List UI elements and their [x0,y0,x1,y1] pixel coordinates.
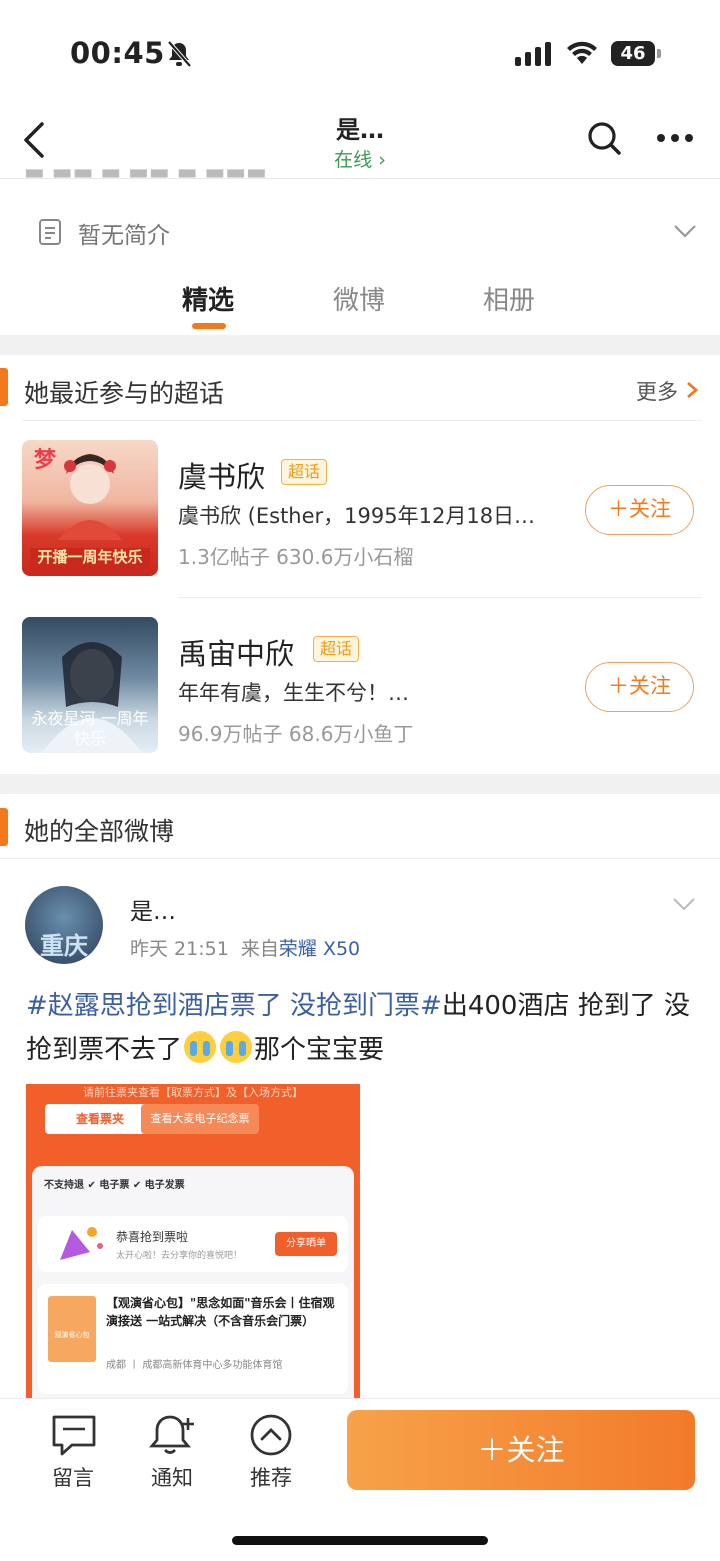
topic-description: 虞书欣 (Esther，1995年12月18日… [178,504,536,528]
status-time: 00:45 [70,36,165,70]
header-divider [0,178,720,179]
wifi-icon [567,41,597,64]
post-source[interactable]: 荣耀 X50 [279,938,360,960]
post-author[interactable]: 是… [130,892,176,926]
image-souvenir-button: 查看大麦电子纪念票 [141,1104,259,1134]
divider [22,420,702,421]
topic-thumbnail-text: 梦 [34,448,57,473]
post-hashtag[interactable]: #赵露思抢到酒店票了 没抢到门票# [26,991,442,1021]
document-icon [39,219,61,245]
image-product-thumb-text: 观演省心包 [54,1331,90,1339]
post-time: 昨天 21:51 [130,938,229,960]
post-image[interactable]: 请前往票夹查看【取票方式】及【入场方式】 查看票夹 查看大麦电子纪念票 不支持退… [26,1084,360,1414]
topics-section-title: 她最近参与的超话 [24,379,225,408]
topic-name[interactable]: 虞书欣 [178,454,265,496]
chevron-down-icon[interactable] [672,896,696,912]
section-accent-bar [0,808,8,846]
search-icon[interactable] [585,119,623,157]
tab-featured[interactable]: 精选 [182,280,234,317]
post-meta: 昨天 21:51 来自荣耀 X50 [130,934,360,961]
bell-off-icon [167,40,192,68]
battery-tip [657,49,661,58]
chevron-down-icon[interactable] [672,222,698,240]
topic-thumbnail[interactable]: 永夜星河 一周年快乐 [22,617,158,753]
tab-album[interactable]: 相册 [483,280,535,317]
posts-section-title: 她的全部微博 [24,817,175,846]
comment-icon[interactable] [50,1413,98,1457]
topic-thumbnail-caption: 开播一周年快乐 [37,548,143,566]
divider [0,858,720,859]
super-topic-badge: 超话 [313,636,360,662]
more-link[interactable]: 更多 [636,376,678,406]
recommend-label[interactable]: 推荐 [231,1462,311,1492]
tab-weibo[interactable]: 微博 [333,280,385,317]
follow-topic-button[interactable]: ＋关注 [585,662,694,712]
notify-label[interactable]: 通知 [132,1462,212,1492]
image-product-title: 【观演省心包】"思念如面"音乐会丨住宿观演接送 一站式解决（不含音乐会门票） [106,1296,335,1328]
topic-thumbnail-caption: 永夜星河 一周年快乐 [31,709,149,748]
topic-stats: 1.3亿帖子 630.6万小石榴 [178,545,414,569]
image-product-location: 成都 丨 成都高新体育中心多功能体育馆 [106,1360,283,1371]
chevron-right-icon[interactable] [686,381,698,399]
tab-underline [192,323,226,329]
message-label[interactable]: 留言 [33,1462,113,1492]
image-top-note: 请前往票夹查看【取票方式】及【入场方式】 [83,1086,303,1099]
section-accent-bar [0,368,8,406]
image-win-title: 恭喜抢到票啦 [116,1230,189,1244]
avatar-text: 重庆 [40,932,88,960]
bell-add-icon[interactable] [148,1412,196,1456]
more-icon[interactable] [656,132,694,144]
image-product-thumb: 观演省心包 [48,1296,96,1362]
avatar[interactable]: 重庆 [25,886,103,964]
divider [178,597,702,598]
crying-emoji-icon [220,1031,253,1063]
section-separator [0,335,720,355]
crying-emoji-icon [184,1031,217,1063]
follow-topic-button[interactable]: ＋关注 [585,485,694,535]
intro-text: 暂无简介 [78,223,170,249]
home-indicator [232,1536,488,1545]
post-body-end: 那个宝宝要 [254,1035,385,1065]
image-share-button: 分享晒单 [275,1232,337,1256]
image-ticket-row: 不支持退 ✔ 电子票 ✔ 电子发票 [44,1180,185,1191]
post-text: #赵露思抢到酒店票了 没抢到门票#出400酒店 抢到了 没抢到票不去了 那个宝宝要 [26,984,706,1072]
image-ticket-button: 查看票夹 [45,1104,155,1134]
profile-page: 00:45 46 ▬ ▬▬ ▬ ▬▬ ▬ ▬▬▬ 是… 在线 › 暂无简介 精选… [0,0,720,1561]
post-source-prefix: 来自 [240,938,279,960]
section-separator [0,774,720,794]
battery-level: 46 [611,41,655,66]
super-topic-badge: 超话 [281,459,328,485]
recommend-icon[interactable] [247,1413,295,1457]
signal-icon [515,42,551,66]
celebration-icon [60,1227,103,1260]
topic-stats: 96.9万帖子 68.6万小鱼丁 [178,722,414,746]
image-win-subtitle: 太开心啦！去分享你的喜悦吧！ [116,1251,243,1261]
follow-user-button[interactable]: ＋关注 [347,1410,695,1490]
topic-thumbnail[interactable]: 梦 开播一周年快乐 [22,440,158,576]
topic-name[interactable]: 禹宙中欣 [178,631,294,673]
topic-description: 年年有虞，生生不兮！… [178,681,409,705]
